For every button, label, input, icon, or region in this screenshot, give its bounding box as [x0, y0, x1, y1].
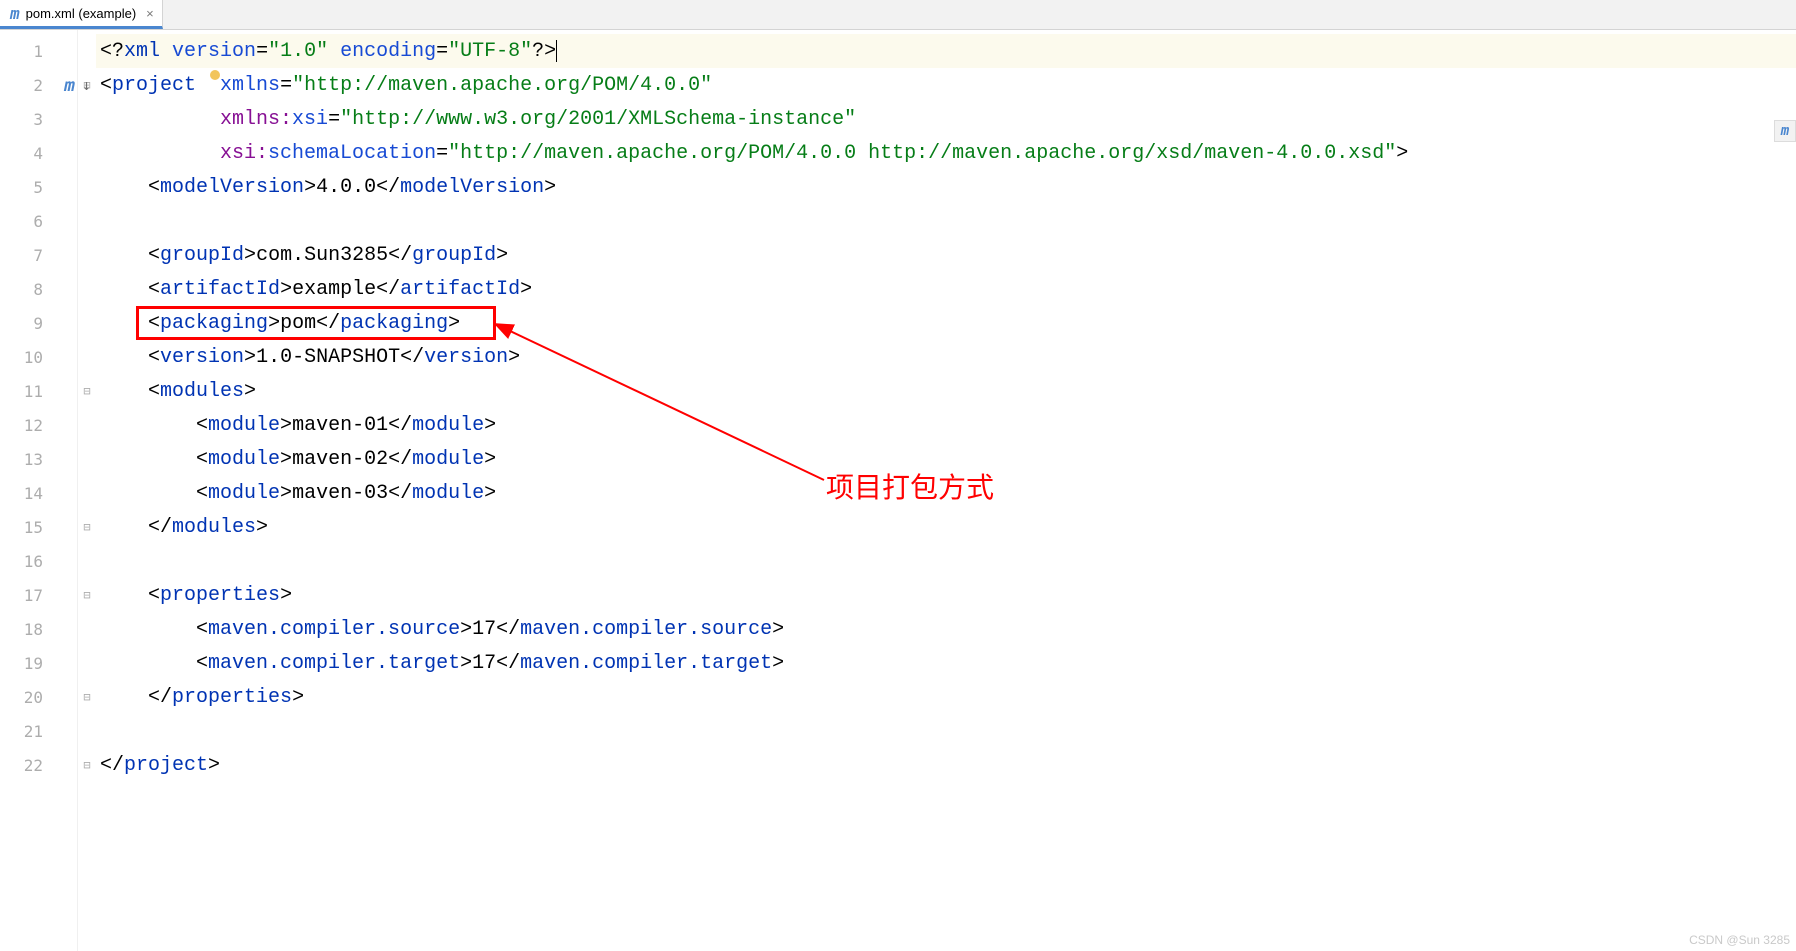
- fold-toggle: [78, 714, 96, 748]
- line-gutter: 12m↓345678910111213141516171819202122: [0, 30, 78, 951]
- close-icon[interactable]: ×: [146, 6, 154, 21]
- fold-toggle[interactable]: ⊟: [78, 510, 96, 544]
- fold-toggle: [78, 238, 96, 272]
- maven-icon: m: [64, 75, 75, 96]
- line-number[interactable]: 18: [0, 612, 77, 646]
- line-number[interactable]: 16: [0, 544, 77, 578]
- maven-reload-icon[interactable]: m: [1774, 120, 1796, 142]
- line-number[interactable]: 20: [0, 680, 77, 714]
- line-number[interactable]: 12: [0, 408, 77, 442]
- code-line-1[interactable]: <?xml version="1.0" encoding="UTF-8"?>: [96, 34, 1796, 68]
- line-number[interactable]: 5: [0, 170, 77, 204]
- line-number[interactable]: 6: [0, 204, 77, 238]
- line-number[interactable]: 22: [0, 748, 77, 782]
- fold-toggle: [78, 544, 96, 578]
- line-number[interactable]: 11: [0, 374, 77, 408]
- text-caret: [556, 40, 557, 62]
- code-line-8[interactable]: <artifactId>example</artifactId>: [96, 272, 1796, 306]
- code-line-20[interactable]: </properties>: [96, 680, 1796, 714]
- fold-toggle: [78, 476, 96, 510]
- fold-toggle: [78, 102, 96, 136]
- fold-toggle: [78, 136, 96, 170]
- fold-toggle: [78, 340, 96, 374]
- tab-bar: m pom.xml (example) ×: [0, 0, 1796, 30]
- fold-toggle: [78, 34, 96, 68]
- maven-icon: m: [10, 4, 20, 23]
- code-line-12[interactable]: <module>maven-01</module>: [96, 408, 1796, 442]
- code-line-7[interactable]: <groupId>com.Sun3285</groupId>: [96, 238, 1796, 272]
- line-number[interactable]: 13: [0, 442, 77, 476]
- line-number[interactable]: 7: [0, 238, 77, 272]
- code-line-19[interactable]: <maven.compiler.target>17</maven.compile…: [96, 646, 1796, 680]
- code-line-3[interactable]: xmlns:xsi="http://www.w3.org/2001/XMLSch…: [96, 102, 1796, 136]
- watermark: CSDN @Sun 3285: [1689, 933, 1790, 947]
- code-line-16[interactable]: [96, 544, 1796, 578]
- code-line-2[interactable]: <project xmlns="http://maven.apache.org/…: [96, 68, 1796, 102]
- code-line-11[interactable]: <modules>: [96, 374, 1796, 408]
- fold-column: ⊟⊟⊟⊟⊟⊟: [78, 30, 96, 951]
- line-number[interactable]: 10: [0, 340, 77, 374]
- line-number[interactable]: 14: [0, 476, 77, 510]
- fold-toggle[interactable]: ⊟: [78, 680, 96, 714]
- modified-indicator-icon: [210, 70, 220, 80]
- code-line-5[interactable]: <modelVersion>4.0.0</modelVersion>: [96, 170, 1796, 204]
- file-tab[interactable]: m pom.xml (example) ×: [0, 0, 163, 29]
- fold-toggle: [78, 442, 96, 476]
- fold-toggle: [78, 408, 96, 442]
- fold-toggle: [78, 272, 96, 306]
- line-number[interactable]: 2m↓: [0, 68, 77, 102]
- code-line-17[interactable]: <properties>: [96, 578, 1796, 612]
- line-number[interactable]: 9: [0, 306, 77, 340]
- code-line-4[interactable]: xsi:schemaLocation="http://maven.apache.…: [96, 136, 1796, 170]
- line-number[interactable]: 8: [0, 272, 77, 306]
- code-line-22[interactable]: </project>: [96, 748, 1796, 782]
- code-line-10[interactable]: <version>1.0-SNAPSHOT</version>: [96, 340, 1796, 374]
- code-line-9[interactable]: <packaging>pom</packaging>: [96, 306, 1796, 340]
- line-number[interactable]: 1: [0, 34, 77, 68]
- fold-toggle[interactable]: ⊟: [78, 374, 96, 408]
- code-line-15[interactable]: </modules>: [96, 510, 1796, 544]
- tab-label: pom.xml (example): [26, 6, 137, 21]
- line-number[interactable]: 19: [0, 646, 77, 680]
- fold-toggle: [78, 170, 96, 204]
- fold-toggle[interactable]: ⊟: [78, 748, 96, 782]
- line-number[interactable]: 17: [0, 578, 77, 612]
- fold-toggle[interactable]: ⊟: [78, 578, 96, 612]
- editor: 12m↓345678910111213141516171819202122 ⊟ ⊟…: [0, 30, 1796, 951]
- down-arrow-icon: ↓: [82, 76, 91, 94]
- line-number[interactable]: 21: [0, 714, 77, 748]
- fold-toggle: [78, 204, 96, 238]
- code-area[interactable]: <?xml version="1.0" encoding="UTF-8"?> <…: [96, 30, 1796, 951]
- fold-toggle: [78, 306, 96, 340]
- fold-toggle: [78, 646, 96, 680]
- fold-toggle: [78, 612, 96, 646]
- line-number[interactable]: 3: [0, 102, 77, 136]
- code-line-18[interactable]: <maven.compiler.source>17</maven.compile…: [96, 612, 1796, 646]
- code-line-21[interactable]: [96, 714, 1796, 748]
- line-number[interactable]: 15: [0, 510, 77, 544]
- line-number[interactable]: 4: [0, 136, 77, 170]
- annotation-label: 项目打包方式: [826, 466, 994, 506]
- code-line-6[interactable]: [96, 204, 1796, 238]
